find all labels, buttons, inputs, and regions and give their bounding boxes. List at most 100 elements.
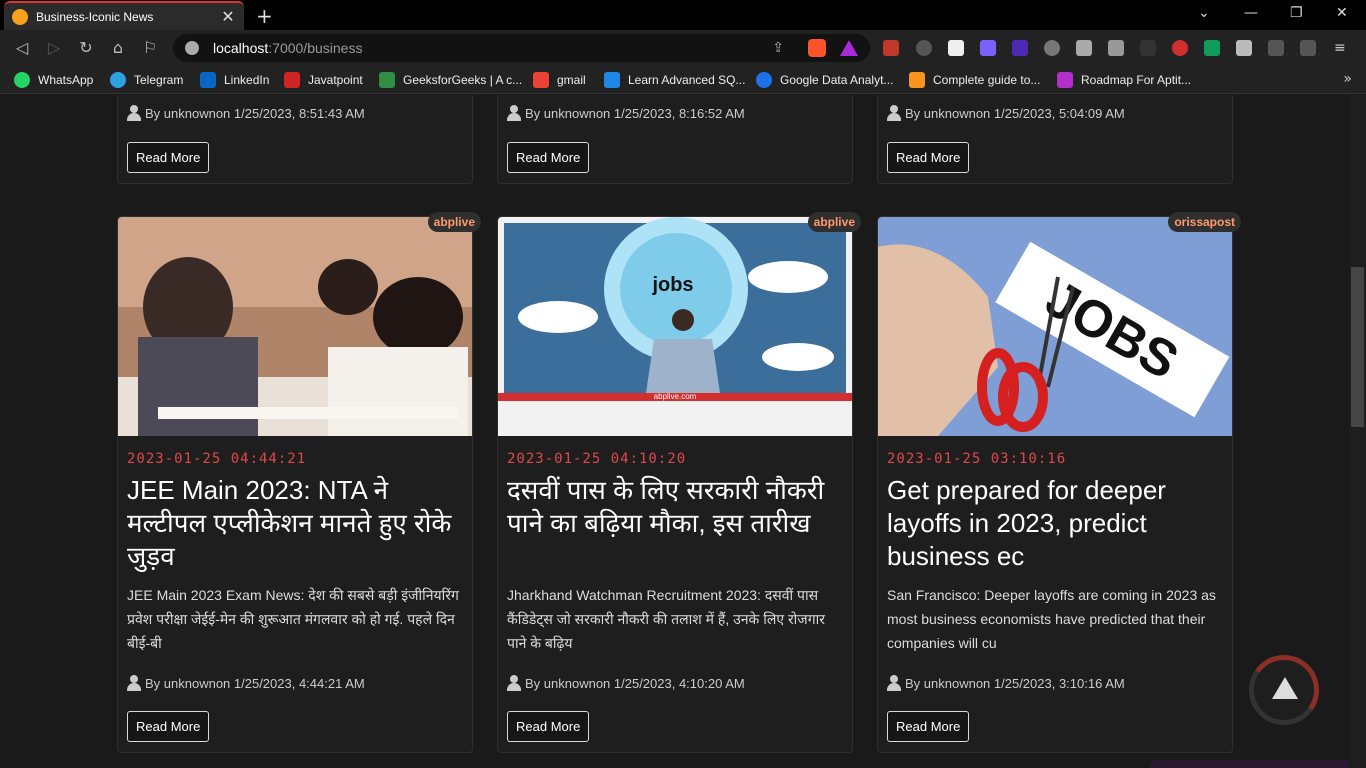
bookmark-sql[interactable]: Learn Advanced SQ... xyxy=(604,72,745,88)
bookmark-label: LinkedIn xyxy=(224,73,270,87)
bookmark-whatsapp[interactable]: WhatsApp xyxy=(14,72,93,88)
byline: By unknownon 1/25/2023, 8:51:43 AM xyxy=(127,105,365,121)
byline-text: By unknownon 1/25/2023, 3:10:16 AM xyxy=(905,675,1125,691)
telegram-icon xyxy=(110,72,126,88)
share-icon[interactable]: ⇪ xyxy=(772,40,784,56)
article-date: 2023-01-25 04:10:20 xyxy=(507,451,687,467)
read-more-button[interactable]: Read More xyxy=(127,142,210,173)
forward-icon[interactable]: ▷ xyxy=(44,38,64,57)
bookmark-label: Roadmap For Aptit... xyxy=(1081,73,1192,87)
bookmark-label: gmail xyxy=(557,73,586,87)
bookmark-icon[interactable]: ⚐ xyxy=(140,38,160,57)
site-info-icon[interactable] xyxy=(185,41,199,55)
source-badge: abplive xyxy=(427,212,481,232)
read-more-button[interactable]: Read More xyxy=(887,142,970,173)
extension-icon[interactable] xyxy=(1044,40,1060,56)
restore-icon[interactable]: ❐ xyxy=(1290,5,1303,21)
news-card: By unknownon 1/25/2023, 5:04:09 AM Read … xyxy=(877,95,1233,184)
back-icon[interactable]: ◁ xyxy=(12,38,32,57)
article-description: Jharkhand Watchman Recruitment 2023: दसव… xyxy=(507,587,825,651)
read-more-button[interactable]: Read More xyxy=(887,711,970,742)
bookmark-javatpoint[interactable]: Javatpoint xyxy=(284,72,363,88)
byline-text: By unknownon 1/25/2023, 8:16:52 AM xyxy=(525,105,745,121)
user-icon xyxy=(887,675,901,691)
byline: By unknownon 1/25/2023, 8:16:52 AM xyxy=(507,105,745,121)
bookmark-gmail[interactable]: gmail xyxy=(533,72,586,88)
coursera-icon xyxy=(756,72,772,88)
corner-widget xyxy=(1150,760,1349,768)
user-icon xyxy=(887,105,901,121)
news-page: By unknownon 1/25/2023, 8:51:43 AM Read … xyxy=(0,95,1349,768)
extension-icon[interactable] xyxy=(980,40,996,56)
bookmark-geeksforgeeks[interactable]: GeeksforGeeks | A c... xyxy=(379,72,522,88)
article-image[interactable] xyxy=(118,217,472,436)
article-description: San Francisco: Deeper layoffs are coming… xyxy=(887,587,1216,651)
camera-icon[interactable] xyxy=(1076,40,1092,56)
sidebar-icon[interactable] xyxy=(1268,40,1284,56)
scroll-to-top-button[interactable] xyxy=(1243,649,1325,731)
address-bar[interactable]: localhost:7000/business ⇪ xyxy=(173,34,870,62)
tab-title: Business-Iconic News xyxy=(36,9,154,24)
article-title[interactable]: JEE Main 2023: NTA ने मल्टीपल एप्लीकेशन … xyxy=(127,474,467,573)
brave-rewards-icon[interactable] xyxy=(840,40,858,56)
extension-icon[interactable] xyxy=(1108,40,1124,56)
new-tab-icon[interactable]: + xyxy=(256,4,273,28)
site-favicon-icon xyxy=(12,8,28,25)
bookmark-label: Google Data Analyt... xyxy=(780,73,894,87)
reload-icon[interactable]: ↻ xyxy=(76,38,96,57)
scrollbar-thumb[interactable] xyxy=(1351,267,1364,427)
bookmark-label: WhatsApp xyxy=(38,73,94,87)
extension-icon[interactable] xyxy=(1204,40,1220,56)
article-title[interactable]: Get prepared for deeper layoffs in 2023,… xyxy=(887,474,1227,573)
extension-icon[interactable] xyxy=(948,40,964,56)
read-more-button[interactable]: Read More xyxy=(507,711,590,742)
news-card: orissapost JOBS 2023-01-25 03:10:16 Get … xyxy=(877,212,1241,753)
bookmark-coursera[interactable]: Google Data Analyt... xyxy=(756,72,893,88)
read-more-button[interactable]: Read More xyxy=(127,711,210,742)
extension-icon[interactable] xyxy=(1172,40,1188,56)
minimize-icon[interactable]: — xyxy=(1244,5,1258,21)
more-bookmarks-icon[interactable]: » xyxy=(1343,71,1352,87)
brave-shields-icon[interactable] xyxy=(808,39,826,57)
menu-icon[interactable]: ≡ xyxy=(1334,40,1350,56)
source-badge: abplive xyxy=(807,212,861,232)
article-image[interactable]: JOBS xyxy=(878,217,1232,436)
close-tab-icon[interactable]: ✕ xyxy=(220,7,236,26)
bookmark-linkedin[interactable]: LinkedIn xyxy=(200,72,269,88)
home-icon[interactable]: ⌂ xyxy=(108,38,128,57)
bookmark-label: Telegram xyxy=(134,73,184,87)
extension-icon[interactable] xyxy=(883,40,899,56)
guide-icon xyxy=(909,72,925,88)
article-image[interactable]: jobs abplive.com xyxy=(498,217,852,436)
wallet-icon[interactable] xyxy=(1300,40,1316,56)
article-title[interactable]: दसवीं पास के लिए सरकारी नौकरी पाने का बढ… xyxy=(507,474,847,540)
bookmark-label: GeeksforGeeks | A c... xyxy=(403,73,523,87)
extension-icon[interactable] xyxy=(916,40,932,56)
read-more-button[interactable]: Read More xyxy=(507,142,590,173)
bookmark-telegram[interactable]: Telegram xyxy=(110,72,183,88)
news-card: abplive jobs abplive.com 2023-01-25 04:1… xyxy=(497,212,861,753)
byline: By unknownon 1/25/2023, 3:10:16 AM xyxy=(887,675,1125,691)
tab-active[interactable]: Business-Iconic News ✕ xyxy=(4,1,244,30)
bookmarks-bar: WhatsApp Telegram LinkedIn Javatpoint Ge… xyxy=(0,66,1366,94)
byline: By unknownon 1/25/2023, 5:04:09 AM xyxy=(887,105,1125,121)
article-date: 2023-01-25 04:44:21 xyxy=(127,451,307,467)
extension-icon[interactable] xyxy=(1140,40,1156,56)
bookmark-complete-guide[interactable]: Complete guide to... xyxy=(909,72,1040,88)
byline-text: By unknownon 1/25/2023, 4:44:21 AM xyxy=(145,675,365,691)
extensions-puzzle-icon[interactable] xyxy=(1236,40,1252,56)
roadmap-icon xyxy=(1057,72,1073,88)
close-window-icon[interactable]: ✕ xyxy=(1336,5,1348,21)
extension-icon[interactable] xyxy=(1012,40,1028,56)
byline-text: By unknownon 1/25/2023, 4:10:20 AM xyxy=(525,675,745,691)
page-scrollbar[interactable] xyxy=(1349,95,1366,768)
bookmark-roadmap[interactable]: Roadmap For Aptit... xyxy=(1057,72,1191,88)
source-badge: orissapost xyxy=(1168,212,1241,232)
tab-search-icon[interactable]: ⌄ xyxy=(1198,5,1210,21)
image-caption: abplive.com xyxy=(654,392,697,401)
arrow-up-icon xyxy=(1272,677,1298,699)
byline-text: By unknownon 1/25/2023, 5:04:09 AM xyxy=(905,105,1125,121)
bookmark-label: Learn Advanced SQ... xyxy=(628,73,746,87)
bookmark-label: Complete guide to... xyxy=(933,73,1041,87)
image-text: jobs xyxy=(651,274,693,296)
